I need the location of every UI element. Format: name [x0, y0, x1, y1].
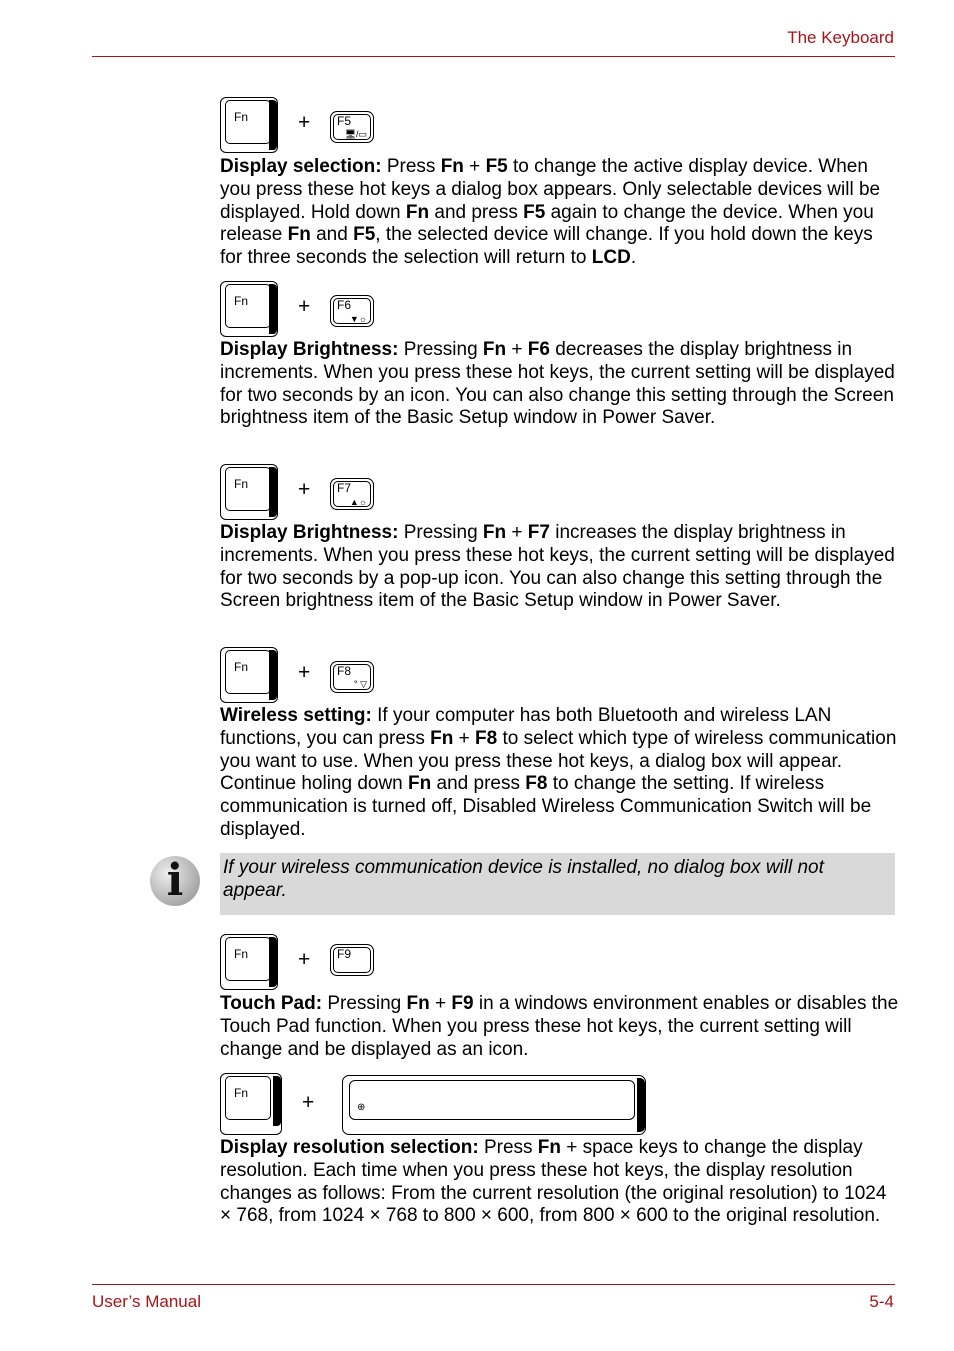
key-combo: Fn + F8 ° ▽	[220, 647, 900, 705]
fn-key-icon: Fn	[220, 97, 278, 153]
section-description: Wireless setting: If your computer has b…	[220, 705, 900, 842]
text: F7	[527, 522, 550, 543]
section-description: Display selection: Press Fn + F5 to chan…	[220, 156, 900, 270]
fn-key-label: Fn	[234, 110, 249, 124]
text: Fn	[482, 339, 507, 360]
text: +	[429, 993, 452, 1014]
plus-sign: +	[298, 661, 311, 684]
text: Fn	[430, 727, 454, 749]
text: Press	[478, 1137, 538, 1158]
footer-rule	[92, 1284, 895, 1285]
plus-sign: +	[298, 111, 311, 134]
section-title: Display Brightness:	[220, 339, 399, 360]
text: Fn	[406, 993, 430, 1014]
info-icon: i	[150, 856, 200, 906]
text: and	[310, 224, 354, 246]
f5-key-icon: F5 🖥/▭	[330, 111, 374, 143]
text: Pressing	[322, 993, 407, 1014]
f-key-label: F9	[337, 947, 352, 961]
text: F8	[475, 727, 498, 749]
key-combo: Fn + ⊕	[220, 1073, 900, 1137]
text: Fn	[482, 522, 507, 543]
page-number: 5-4	[869, 1292, 894, 1311]
fn-key-label: Fn	[234, 294, 249, 308]
hotkey-section-f9: Fn + F9 Touch Pad: Pressing Fn + F9 in a…	[220, 934, 900, 1061]
hotkey-section-f7: Fn + F7 ▲☼ Display Brightness: Pressing …	[220, 464, 900, 613]
text: and press	[429, 201, 524, 223]
text: Fn	[408, 773, 432, 795]
key-combo: Fn + F6 ▼☼	[220, 281, 900, 339]
f-key-label: F5	[337, 114, 352, 128]
section-title: Touch Pad:	[220, 993, 323, 1014]
fn-key-label: Fn	[234, 947, 249, 961]
hotkey-section-f6: Fn + F6 ▼☼ Display Brightness: Pressing …	[220, 281, 900, 430]
key-combo: Fn + F9	[220, 934, 900, 992]
hotkey-section-space: Fn + ⊕ Display resolution selection: Pre…	[220, 1073, 900, 1228]
text: +	[453, 727, 476, 749]
f6-key-icon: F6 ▼☼	[330, 295, 374, 327]
f7-key-icon: F7 ▲☼	[330, 478, 374, 510]
fn-key-label: Fn	[234, 660, 249, 674]
hotkey-section-f8: Fn + F8 ° ▽ Wireless setting: If your co…	[220, 647, 900, 842]
plus-sign: +	[298, 295, 311, 318]
text: F9	[451, 993, 474, 1014]
text: Fn	[537, 1137, 562, 1158]
section-description: Display Brightness: Pressing Fn + F6 dec…	[220, 339, 900, 430]
section-title: Display resolution selection:	[220, 1137, 479, 1158]
text: F5	[353, 224, 376, 246]
fn-key-label: Fn	[234, 477, 249, 491]
zoom-resolution-icon: ⊕	[357, 1102, 366, 1113]
section-title: Wireless setting:	[220, 705, 372, 726]
fn-key-icon: Fn	[220, 1073, 282, 1135]
fn-key-icon: Fn	[220, 281, 278, 337]
f-key-label: F8	[337, 664, 352, 678]
text: F6	[527, 339, 550, 360]
plus-sign: +	[302, 1091, 315, 1114]
fn-key-icon: Fn	[220, 464, 278, 520]
f8-key-icon: F8 ° ▽	[330, 661, 374, 693]
brightness-down-icon: ▼☼	[349, 314, 367, 324]
text: F5	[485, 156, 508, 177]
fn-key-label: Fn	[234, 1086, 249, 1100]
footer-manual-title: User’s Manual	[92, 1292, 201, 1311]
section-title: Display Brightness:	[220, 522, 399, 543]
display-switch-icon: 🖥/▭	[344, 129, 367, 139]
section-title: Display selection:	[220, 156, 382, 177]
header-rule	[92, 56, 895, 57]
f-key-label: F7	[337, 481, 352, 495]
fn-key-icon: Fn	[220, 934, 278, 990]
wireless-antenna-icon: ° ▽	[353, 679, 367, 689]
text: +	[506, 339, 528, 360]
text: Fn	[405, 201, 430, 223]
note-text: If your wireless communication device is…	[223, 857, 824, 901]
brightness-up-icon: ▲☼	[349, 497, 367, 507]
text: F8	[525, 773, 548, 795]
key-combo: Fn + F7 ▲☼	[220, 464, 900, 522]
section-description: Display resolution selection: Press Fn +…	[220, 1137, 900, 1228]
text: Fn	[440, 156, 464, 177]
text: and press	[431, 773, 526, 795]
section-description: Touch Pad: Pressing Fn + F9 in a windows…	[220, 993, 900, 1061]
key-combo: Fn + F5 🖥/▭	[220, 97, 900, 155]
text: Press	[381, 156, 441, 177]
plus-sign: +	[298, 948, 311, 971]
note-box: If your wireless communication device is…	[220, 853, 895, 915]
f9-key-icon: F9	[330, 944, 374, 976]
text: Pressing	[398, 339, 483, 360]
text: F5	[523, 201, 546, 223]
text: Pressing	[398, 522, 483, 543]
text: LCD	[591, 247, 631, 269]
text: .	[630, 247, 637, 269]
hotkey-section-f5: Fn + F5 🖥/▭ Display selection: Press Fn …	[220, 97, 900, 270]
header-title: The Keyboard	[787, 28, 894, 47]
text: +	[506, 522, 528, 543]
fn-key-icon: Fn	[220, 647, 278, 703]
text: Fn	[287, 224, 311, 246]
space-key-icon: ⊕	[342, 1075, 646, 1135]
section-description: Display Brightness: Pressing Fn + F7 inc…	[220, 522, 900, 613]
text: +	[463, 156, 486, 177]
plus-sign: +	[298, 478, 311, 501]
f-key-label: F6	[337, 298, 352, 312]
